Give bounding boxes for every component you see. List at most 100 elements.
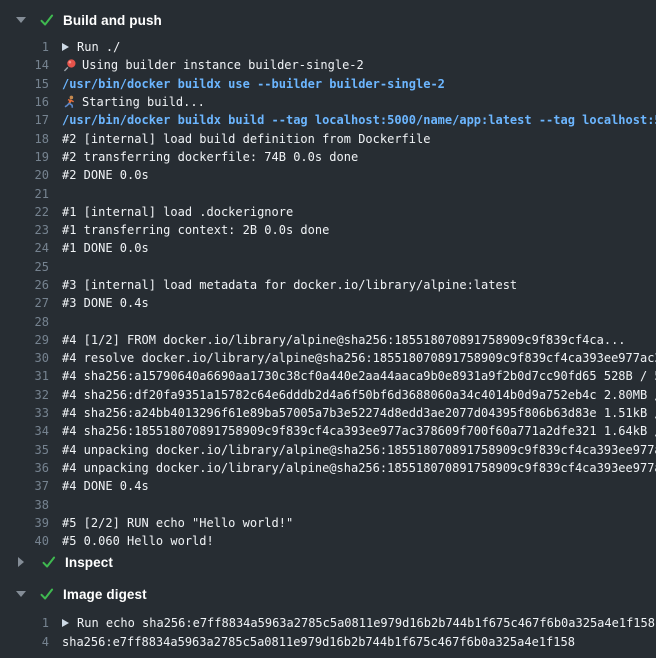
line-text: #3 DONE 0.4s [62, 296, 149, 310]
step-header-build-and-push[interactable]: Build and push [0, 10, 656, 30]
line-text: Starting build... [62, 95, 205, 110]
line-text: #2 DONE 0.0s [62, 168, 149, 182]
log-line: 29 #4 [1/2] FROM docker.io/library/alpine… [0, 331, 656, 349]
log-line: 37 #4 DONE 0.4s [0, 477, 656, 495]
line-number[interactable]: 18 [0, 132, 49, 146]
line-text: #4 unpacking docker.io/library/alpine@sh… [62, 461, 656, 475]
line-text-content: #4 sha256:df20fa9351a15782c64e6dddb2d4a6… [62, 388, 656, 402]
line-number[interactable]: 32 [0, 388, 49, 402]
line-text-content: #2 [internal] load build definition from… [62, 132, 430, 146]
log-line: 33#4 sha256:a24bb4013296f61e89ba57005a7b… [0, 404, 656, 422]
step-title: Build and push [63, 13, 162, 28]
play-toggle-icon[interactable] [62, 619, 69, 627]
line-text: #4 [1/2] FROM docker.io/library/alpine@s… [62, 333, 626, 347]
line-text-content: Starting build... [82, 95, 205, 109]
step-header-image-digest[interactable]: Image digest [0, 584, 656, 604]
line-text: #4 sha256:df20fa9351a15782c64e6dddb2d4a6… [62, 388, 656, 402]
log-line: 1 Run ./ [0, 38, 656, 56]
log-line: 35#4 unpacking docker.io/library/alpine@… [0, 441, 656, 459]
line-number[interactable]: 27 [0, 296, 49, 310]
line-number[interactable]: 19 [0, 150, 49, 164]
step-section-build-and-push: Build and push 1 Run ./ 14 Using builder ins… [0, 10, 656, 550]
chevron-down-icon[interactable] [16, 591, 26, 597]
line-number[interactable]: 14 [0, 58, 49, 72]
line-text: #4 resolve docker.io/library/alpine@sha2… [62, 351, 656, 365]
line-text: #4 DONE 0.4s [62, 479, 149, 493]
log-line: 34 #4 sha256:185518070891758909c9f839cf4c… [0, 422, 656, 440]
line-number[interactable]: 17 [0, 113, 49, 127]
log-line: 15/usr/bin/docker buildx use --builder b… [0, 75, 656, 93]
line-number[interactable]: 31 [0, 369, 49, 383]
line-number[interactable]: 15 [0, 77, 49, 91]
line-text-content: /usr/bin/docker buildx use --builder bui… [62, 77, 445, 91]
line-text-content: #4 unpacking docker.io/library/alpine@sh… [62, 461, 656, 475]
line-text: Run ./ [62, 40, 120, 54]
line-text-content: /usr/bin/docker buildx build --tag local… [62, 113, 656, 127]
log-line: 20 #2 DONE 0.0s [0, 166, 656, 184]
check-icon [39, 12, 55, 28]
line-text-content: #4 sha256:a15790640a6690aa1730c38cf0a440… [62, 369, 656, 383]
line-number[interactable]: 38 [0, 498, 49, 512]
check-icon [41, 554, 57, 570]
line-text-content: #4 DONE 0.4s [62, 479, 149, 493]
log-line: 22#1 [internal] load .dockerignore [0, 203, 656, 221]
line-number[interactable]: 1 [0, 40, 49, 54]
step-header-inspect[interactable]: Inspect [0, 552, 656, 572]
log-line: 4sha256:e7ff8834a5963a2785c5a0811e979d16… [0, 633, 656, 651]
line-number[interactable]: 1 [0, 616, 49, 630]
log-line: 39 #5 [2/2] RUN echo "Hello world!" [0, 514, 656, 532]
log-line: 24 #1 DONE 0.0s [0, 239, 656, 257]
line-number[interactable]: 4 [0, 635, 49, 649]
line-number[interactable]: 29 [0, 333, 49, 347]
line-number[interactable]: 21 [0, 187, 49, 201]
line-number[interactable]: 25 [0, 260, 49, 274]
log-line: 31 #4 sha256:a15790640a6690aa1730c38cf0a4… [0, 367, 656, 385]
step-title: Image digest [63, 587, 147, 602]
step-section-inspect: Inspect [0, 552, 656, 572]
line-text-content: #3 [internal] load metadata for docker.i… [62, 278, 517, 292]
line-text: /usr/bin/docker buildx build --tag local… [62, 113, 656, 127]
step-section-image-digest: Image digest 1 Run echo sha256:e7ff8834a59… [0, 584, 656, 651]
line-number[interactable]: 36 [0, 461, 49, 475]
line-number[interactable]: 40 [0, 534, 49, 548]
log-line: 26 #3 [internal] load metadata for docker… [0, 276, 656, 294]
line-number[interactable]: 39 [0, 516, 49, 530]
line-number[interactable]: 30 [0, 351, 49, 365]
line-text-content: Run echo sha256:e7ff8834a5963a2785c5a081… [77, 616, 655, 630]
line-text: #2 transferring dockerfile: 74B 0.0s don… [62, 150, 358, 164]
log-line: 38 [0, 495, 656, 513]
log-line: 17/usr/bin/docker buildx build --tag loc… [0, 111, 656, 129]
line-text: Run echo sha256:e7ff8834a5963a2785c5a081… [62, 616, 655, 630]
log-line: 1 Run echo sha256:e7ff8834a5963a2785c5a08… [0, 614, 656, 632]
chevron-right-icon[interactable] [18, 557, 24, 567]
line-text-content: Using builder instance builder-single-2 [82, 58, 364, 72]
line-text-content: #2 DONE 0.0s [62, 168, 149, 182]
line-number[interactable]: 34 [0, 424, 49, 438]
step-log-lines: 1 Run echo sha256:e7ff8834a5963a2785c5a08… [0, 614, 656, 651]
line-number[interactable]: 26 [0, 278, 49, 292]
line-number[interactable]: 22 [0, 205, 49, 219]
line-text-content: #1 DONE 0.0s [62, 241, 149, 255]
line-text-content: #3 DONE 0.4s [62, 296, 149, 310]
line-text-content: #4 resolve docker.io/library/alpine@sha2… [62, 351, 656, 365]
line-text-content: Run ./ [77, 40, 120, 54]
line-text: #1 transferring context: 2B 0.0s done [62, 223, 329, 237]
line-number[interactable]: 37 [0, 479, 49, 493]
line-text-content: #4 sha256:185518070891758909c9f839cf4ca3… [62, 424, 656, 438]
log-line: 19 #2 transferring dockerfile: 74B 0.0s d… [0, 148, 656, 166]
line-number[interactable]: 28 [0, 315, 49, 329]
chevron-down-icon[interactable] [16, 17, 26, 23]
line-number[interactable]: 33 [0, 406, 49, 420]
line-number[interactable]: 23 [0, 223, 49, 237]
log-line: 27 #3 DONE 0.4s [0, 294, 656, 312]
log-line: 14 Using builder instance builder-single-… [0, 56, 656, 74]
line-number[interactable]: 24 [0, 241, 49, 255]
line-number[interactable]: 35 [0, 443, 49, 457]
log-line: 30 #4 resolve docker.io/library/alpine@sh… [0, 349, 656, 367]
play-toggle-icon[interactable] [62, 43, 69, 51]
line-number[interactable]: 20 [0, 168, 49, 182]
log-line: 32 #4 sha256:df20fa9351a15782c64e6dddb2d4… [0, 386, 656, 404]
line-number[interactable]: 16 [0, 95, 49, 109]
line-text-content: #5 [2/2] RUN echo "Hello world!" [62, 516, 293, 530]
log-line: 18 #2 [internal] load build definition fr… [0, 129, 656, 147]
